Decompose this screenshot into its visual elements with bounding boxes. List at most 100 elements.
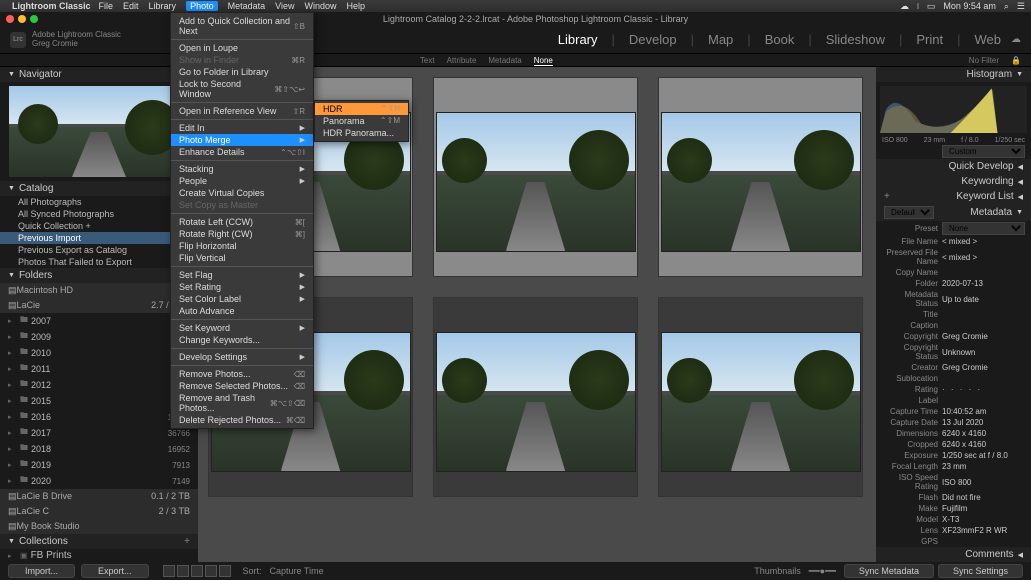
wifi-icon[interactable]: ⧙ (917, 1, 919, 12)
metadata-value[interactable]: 2020-07-13 (942, 279, 1025, 288)
collection-item[interactable]: ▸▣ FB Prints (0, 549, 198, 562)
submenu-item[interactable]: HDR Panorama... (315, 127, 408, 139)
metadata-value[interactable]: X-T3 (942, 515, 1025, 524)
preset-select[interactable]: None (942, 222, 1025, 235)
menu-metadata[interactable]: Metadata (228, 1, 266, 11)
menu-view[interactable]: View (275, 1, 294, 11)
catalog-item[interactable]: Previous Export as Catalog (0, 244, 198, 256)
metadata-value[interactable]: Unknown (942, 348, 1025, 357)
menu-window[interactable]: Window (304, 1, 336, 11)
menu-item[interactable]: Add to Quick Collection and Next⇧B (171, 15, 313, 37)
menu-library[interactable]: Library (149, 1, 177, 11)
thumbnail-cell[interactable] (433, 77, 638, 277)
clock[interactable]: Mon 9:54 am (943, 1, 996, 11)
catalog-item[interactable]: Previous Import (0, 232, 198, 244)
metadata-value[interactable]: 6240 x 4160 (942, 440, 1025, 449)
menu-item[interactable]: Open in Loupe (171, 42, 313, 54)
menu-item[interactable]: Go to Folder in Library (171, 66, 313, 78)
menu-item[interactable]: Flip Horizontal (171, 240, 313, 252)
metadata-value[interactable]: < mixed > (942, 237, 1025, 246)
folder-year-item[interactable]: ▸🖿201736766 (0, 425, 198, 441)
menu-item[interactable]: Remove Photos...⌫ (171, 368, 313, 380)
menu-item[interactable]: Create Virtual Copies (171, 187, 313, 199)
cloud-icon[interactable]: ☁ (900, 1, 909, 12)
drive-item[interactable]: ▤ Macintosh HD53.1 (0, 283, 198, 298)
thumbnail-cell[interactable] (658, 77, 863, 277)
people-view-icon[interactable] (219, 565, 231, 577)
menu-item[interactable]: People▶ (171, 175, 313, 187)
metadata-value[interactable]: Greg Cromie (942, 332, 1025, 341)
add-collection-button[interactable]: + (184, 536, 190, 547)
submenu-item[interactable]: Panorama⌃⇧M (315, 115, 408, 127)
metadata-value[interactable]: Up to date (942, 295, 1025, 304)
keywording-header[interactable]: Keywording◀ (876, 174, 1031, 189)
lock-icon[interactable]: 🔒 (1011, 56, 1021, 65)
menu-item[interactable]: Rotate Left (CCW)⌘[ (171, 216, 313, 228)
folder-year-item[interactable]: ▸🖿201610749 (0, 409, 198, 425)
module-web[interactable]: Web (975, 32, 1002, 47)
loupe-view-icon[interactable] (177, 565, 189, 577)
drive-item[interactable]: ▤ My Book Studio (0, 519, 198, 534)
metadata-value[interactable]: ISO 800 (942, 478, 1025, 487)
menu-item[interactable]: Rotate Right (CW)⌘] (171, 228, 313, 240)
sync-metadata-button[interactable]: Sync Metadata (844, 564, 934, 578)
comments-header[interactable]: Comments◀ (876, 547, 1031, 562)
minimize-window-icon[interactable] (18, 15, 26, 23)
folder-year-item[interactable]: ▸🖿20197913 (0, 457, 198, 473)
menu-file[interactable]: File (99, 1, 114, 11)
menu-help[interactable]: Help (347, 1, 366, 11)
menu-item[interactable]: Enhance Details⌃⌥⇧I (171, 146, 313, 158)
metadata-value[interactable]: 10:40:52 am (942, 407, 1025, 416)
collections-panel-header[interactable]: ▼ Collections + (0, 534, 198, 549)
folder-year-item[interactable]: ▸🖿201122 (0, 361, 198, 377)
export-button[interactable]: Export... (81, 564, 149, 578)
metadata-value[interactable]: 6240 x 4160 (942, 429, 1025, 438)
histogram-display[interactable] (880, 86, 1027, 133)
drive-item[interactable]: ▤ LaCie C2 / 3 TB (0, 504, 198, 519)
metadata-value[interactable]: Fujifilm (942, 504, 1025, 513)
custom-select[interactable]: Custom (942, 145, 1025, 158)
module-slideshow[interactable]: Slideshow (826, 32, 885, 47)
metadata-value[interactable]: 13 Jul 2020 (942, 418, 1025, 427)
menu-item[interactable]: Change Keywords... (171, 334, 313, 346)
keyword-list-header[interactable]: + Keyword List◀ (876, 189, 1031, 204)
filter-tab-metadata[interactable]: Metadata (488, 56, 521, 65)
metadata-value[interactable]: Greg Cromie (942, 363, 1025, 372)
menu-item[interactable]: Remove and Trash Photos...⌘⌥⇧⌫ (171, 392, 313, 414)
histogram-panel-header[interactable]: Histogram ▼ (876, 67, 1031, 82)
folder-year-item[interactable]: ▸🖿20159 (0, 393, 198, 409)
menu-item[interactable]: Set Keyword▶ (171, 322, 313, 334)
module-print[interactable]: Print (916, 32, 943, 47)
thumbnail-cell[interactable] (433, 297, 638, 497)
menu-item[interactable]: Set Color Label▶ (171, 293, 313, 305)
module-book[interactable]: Book (765, 32, 795, 47)
survey-view-icon[interactable] (205, 565, 217, 577)
thumbnail-size-slider[interactable]: ━━●━━ (809, 566, 836, 577)
module-map[interactable]: Map (708, 32, 733, 47)
grid-view-icon[interactable] (163, 565, 175, 577)
menu-item[interactable]: Stacking▶ (171, 163, 313, 175)
drive-item[interactable]: ▤ LaCie2.7 / 3 TB (0, 298, 198, 313)
metadata-set-select[interactable]: Default (884, 206, 934, 219)
folder-year-item[interactable]: ▸🖿20091 (0, 329, 198, 345)
sync-settings-button[interactable]: Sync Settings (938, 564, 1023, 578)
close-window-icon[interactable] (6, 15, 14, 23)
quick-develop-header[interactable]: Quick Develop◀ (876, 159, 1031, 174)
catalog-item[interactable]: Quick Collection + (0, 220, 198, 232)
metadata-value[interactable]: Did not fire (942, 493, 1025, 502)
folder-year-item[interactable]: ▸🖿20072 (0, 313, 198, 329)
metadata-value[interactable]: < mixed > (942, 253, 1025, 262)
filter-tab-none[interactable]: None (534, 56, 553, 66)
menu-item[interactable]: Set Flag▶ (171, 269, 313, 281)
folder-year-item[interactable]: ▸🖿20102 (0, 345, 198, 361)
menu-item[interactable]: Open in Reference View⇧R (171, 105, 313, 117)
battery-icon[interactable]: ▭ (927, 1, 936, 12)
menu-item[interactable]: Auto Advance (171, 305, 313, 317)
compare-view-icon[interactable] (191, 565, 203, 577)
module-library[interactable]: Library (558, 32, 598, 47)
thumbnail-cell[interactable] (658, 297, 863, 497)
filter-tab-attribute[interactable]: Attribute (447, 56, 477, 65)
add-keyword-button[interactable]: + (884, 191, 890, 202)
menu-photo[interactable]: Photo (186, 1, 218, 11)
menu-item[interactable]: Photo Merge▶ (171, 134, 313, 146)
